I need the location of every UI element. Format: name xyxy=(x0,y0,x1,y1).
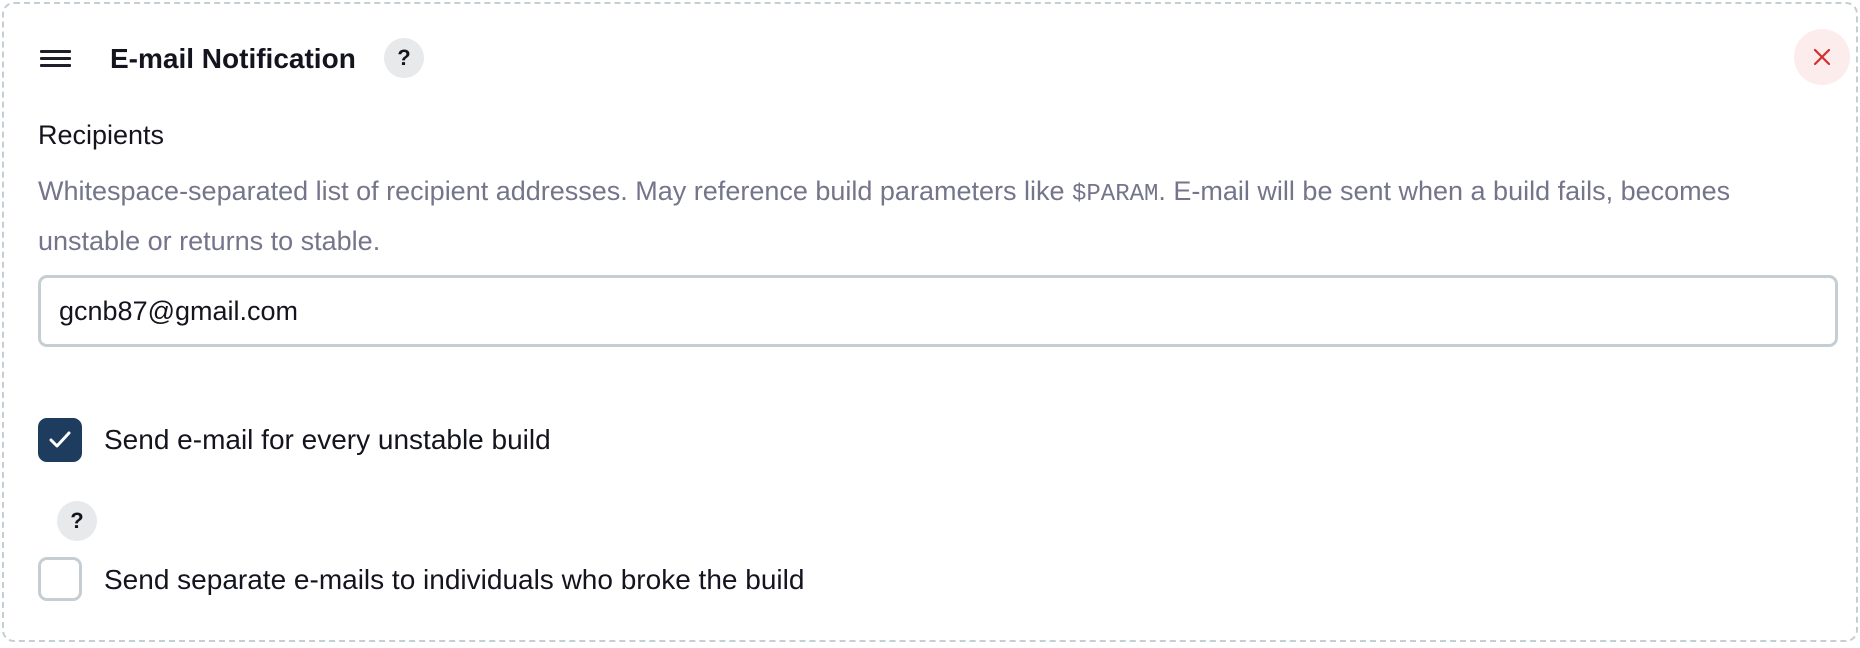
help-icon[interactable]: ? xyxy=(57,501,97,541)
separate-emails-checkbox[interactable] xyxy=(38,557,82,601)
recipients-description: Whitespace-separated list of recipient a… xyxy=(38,168,1798,264)
checkmark-icon xyxy=(49,431,71,448)
unstable-build-label[interactable]: Send e-mail for every unstable build xyxy=(104,423,551,457)
drag-handle-icon[interactable] xyxy=(40,48,71,68)
recipients-description-text: Whitespace-separated list of recipient a… xyxy=(38,176,1072,206)
recipients-input[interactable] xyxy=(38,275,1838,347)
section-title: E-mail Notification xyxy=(110,43,356,74)
param-code: $PARAM xyxy=(1072,181,1159,208)
email-notification-panel: E-mail Notification ? Recipients Whitesp… xyxy=(2,2,1858,642)
close-button[interactable] xyxy=(1794,29,1850,85)
unstable-build-checkbox[interactable] xyxy=(38,418,82,462)
close-icon xyxy=(1813,48,1831,66)
recipients-label: Recipients xyxy=(38,120,165,150)
help-icon[interactable]: ? xyxy=(384,38,424,78)
separate-emails-label[interactable]: Send separate e-mails to individuals who… xyxy=(104,563,804,597)
